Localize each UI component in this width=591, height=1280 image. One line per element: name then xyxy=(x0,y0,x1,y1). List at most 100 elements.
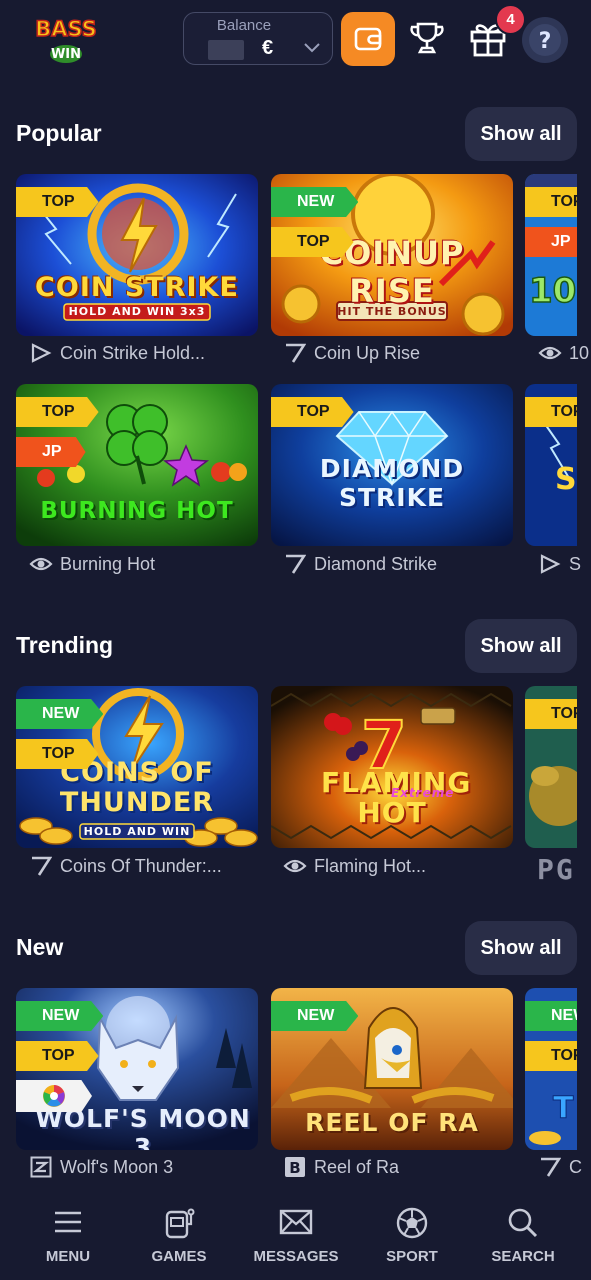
tag-new: NEW xyxy=(525,1001,577,1031)
section-title-new: New xyxy=(16,934,64,960)
tag-top: TOP xyxy=(16,739,99,769)
show-all-trending-button[interactable]: Show all xyxy=(465,619,577,673)
balance-label: Balance xyxy=(216,17,272,34)
game-name: PG xyxy=(537,853,575,886)
wallet-button[interactable] xyxy=(341,12,395,66)
game-card-coin-up-rise[interactable]: COINUP RISE HIT THE BONUS NEW TOP xyxy=(271,174,513,336)
eye-provider-icon xyxy=(537,342,563,364)
nav-label: MESSAGES xyxy=(253,1248,339,1265)
b-provider-icon: B xyxy=(282,1156,308,1178)
game-caption[interactable]: Coin Up Rise xyxy=(282,342,420,364)
seven-provider-icon xyxy=(282,553,308,575)
game-art-subtitle: HOLD AND WIN 3x3 xyxy=(68,305,206,318)
game-card-reel-of-ra[interactable]: REEL OF RA NEW xyxy=(271,988,513,1150)
tag-top: TOP xyxy=(271,227,354,257)
game-name: 10 xyxy=(569,342,590,363)
tag-top: TOP xyxy=(525,699,577,729)
game-art-title: DIAMOND STRIKE xyxy=(319,454,465,512)
header: BASS WIN Balance € 4 ? xyxy=(0,0,591,82)
nav-label: SEARCH xyxy=(491,1248,555,1265)
game-card-coins-of-thunder[interactable]: COINS OF THUNDER HOLD AND WIN NEW TOP xyxy=(16,686,258,848)
notification-badge: 4 xyxy=(495,4,526,35)
seven-provider-icon xyxy=(537,1156,563,1178)
hamburger-icon xyxy=(18,1206,118,1242)
game-caption[interactable]: Burning Hot xyxy=(28,553,155,575)
game-caption[interactable]: Diamond Strike xyxy=(282,553,437,575)
game-name: Wolf's Moon 3 xyxy=(60,1156,174,1177)
tag-new: NEW xyxy=(16,699,104,729)
game-name: Burning Hot xyxy=(60,553,156,574)
game-card-coin-strike[interactable]: COIN STRIKE HOLD AND WIN 3x3 TOP xyxy=(16,174,258,336)
play-triangle-provider-icon xyxy=(28,342,54,364)
game-caption[interactable]: Flaming Hot... xyxy=(282,855,426,877)
nav-search[interactable]: SEARCH xyxy=(473,1190,573,1280)
user-avatar-button[interactable]: ? xyxy=(522,17,568,63)
section-title-popular: Popular xyxy=(16,120,102,146)
bottom-navigation: MENU GAMES MESSAGES SPORT SEARCH xyxy=(0,1190,591,1280)
trophy-icon xyxy=(410,22,444,54)
game-card-partial[interactable]: 10 TOP JP xyxy=(525,174,577,336)
tag-top: TOP xyxy=(525,187,577,217)
z-provider-icon xyxy=(28,1156,54,1178)
game-art-subtitle: HOLD AND WIN xyxy=(83,825,191,838)
tag-new: NEW xyxy=(16,1001,104,1031)
game-art-subtitle: Extreme xyxy=(391,786,455,800)
show-all-popular-button[interactable]: Show all xyxy=(465,107,577,161)
tag-top: TOP xyxy=(525,1041,577,1071)
game-name: C xyxy=(569,1156,582,1177)
nav-games[interactable]: GAMES xyxy=(129,1190,229,1280)
game-name: Coin Strike Hold... xyxy=(60,342,206,363)
game-art-subtitle: HIT THE BONUS xyxy=(337,305,447,318)
svg-text:?: ? xyxy=(539,29,552,54)
game-name: Diamond Strike xyxy=(314,553,438,574)
bass-win-logo[interactable]: BASS WIN xyxy=(24,14,108,64)
question-avatar-icon: ? xyxy=(529,24,561,56)
game-caption[interactable]: Coin Strike Hold... xyxy=(28,342,205,364)
eye-provider-icon xyxy=(282,855,308,877)
tag-top: TOP xyxy=(525,397,577,427)
balance-dropdown[interactable]: Balance € xyxy=(183,12,333,65)
color-wheel-icon xyxy=(43,1085,65,1107)
game-caption[interactable]: Coins Of Thunder:... xyxy=(28,855,222,877)
game-caption[interactable]: B Reel of Ra xyxy=(282,1156,399,1178)
tag-top: TOP xyxy=(16,187,99,217)
trophy-button[interactable] xyxy=(403,14,451,62)
play-triangle-provider-icon xyxy=(537,553,563,575)
game-caption[interactable]: Wolf's Moon 3 xyxy=(28,1156,173,1178)
logo-text-bass: BASS xyxy=(35,17,97,41)
provider-round-badge xyxy=(16,1080,92,1112)
nav-sport[interactable]: SPORT xyxy=(362,1190,462,1280)
search-icon xyxy=(473,1206,573,1242)
nav-menu[interactable]: MENU xyxy=(18,1190,118,1280)
tag-jp: JP xyxy=(525,227,577,257)
pg-provider-icon[interactable]: PG xyxy=(537,853,591,886)
svg-text:10: 10 xyxy=(529,271,576,311)
game-card-partial[interactable]: T NEW TOP xyxy=(525,988,577,1150)
nav-messages[interactable]: MESSAGES xyxy=(246,1190,346,1280)
game-card-burning-hot[interactable]: BURNING HOT TOP JP xyxy=(16,384,258,546)
svg-text:T: T xyxy=(553,1091,574,1126)
logo-text-win: WIN xyxy=(51,47,81,62)
nav-label: MENU xyxy=(45,1248,91,1265)
game-name: Reel of Ra xyxy=(314,1156,400,1177)
tag-new: NEW xyxy=(271,187,359,217)
game-card-flaming-hot[interactable]: 7 FLAMING HOT Extreme xyxy=(271,686,513,848)
slot-machine-icon xyxy=(129,1206,229,1242)
game-caption[interactable]: 10 xyxy=(537,342,591,364)
game-caption[interactable]: S xyxy=(537,553,591,575)
eye-provider-icon xyxy=(28,553,54,575)
tag-top: TOP xyxy=(16,397,99,427)
game-card-diamond-strike[interactable]: DIAMOND STRIKE TOP xyxy=(271,384,513,546)
game-art-title: REEL OF RA xyxy=(305,1108,479,1137)
show-all-new-button[interactable]: Show all xyxy=(465,921,577,975)
game-name: Coins Of Thunder:... xyxy=(60,855,222,876)
tag-jp: JP xyxy=(16,437,86,467)
svg-text:B: B xyxy=(289,1159,300,1177)
balance-amount-hidden xyxy=(208,40,244,60)
wallet-icon xyxy=(354,27,382,51)
game-card-partial[interactable]: TOP xyxy=(525,686,577,848)
game-card-partial[interactable]: S TOP xyxy=(525,384,577,546)
game-caption[interactable]: C xyxy=(537,1156,591,1178)
game-card-wolfs-moon-3[interactable]: WOLF'S MOON 3 NEW TOP xyxy=(16,988,258,1150)
soccer-ball-icon xyxy=(362,1206,462,1242)
